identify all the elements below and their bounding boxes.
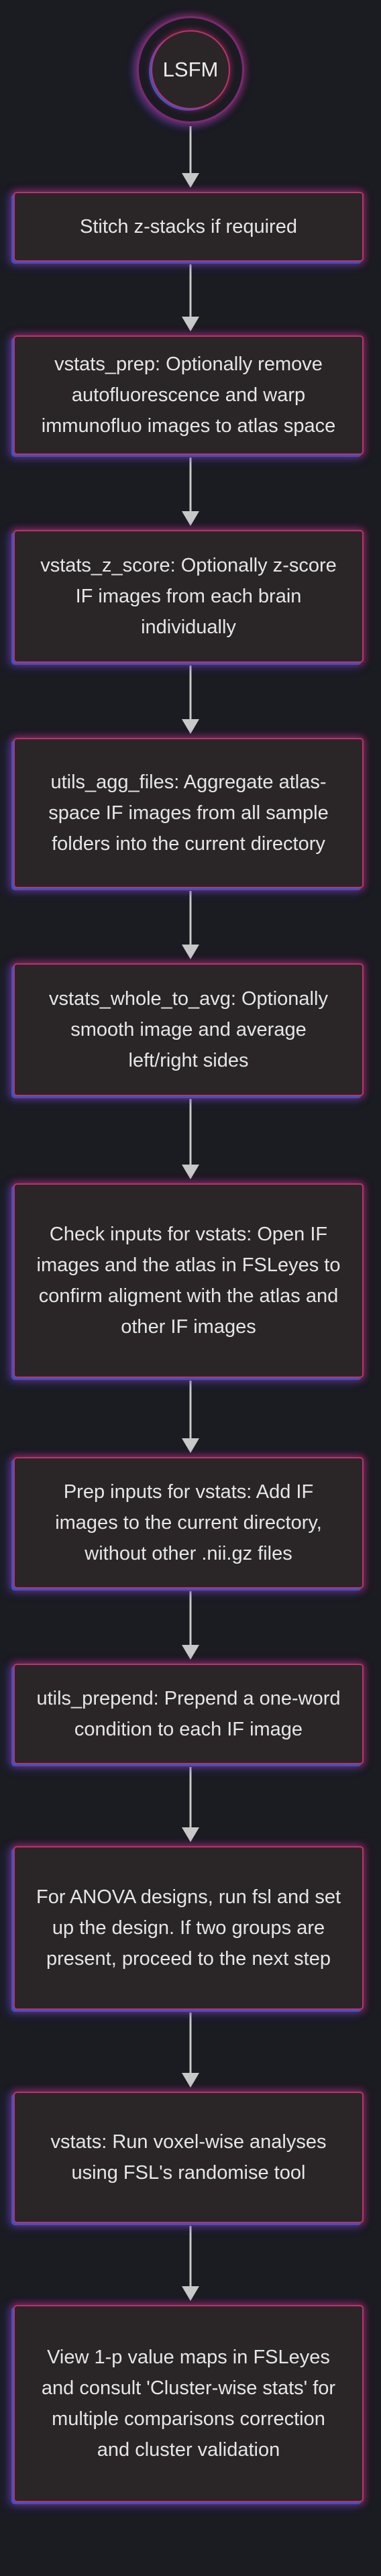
step-label: vstats: Run voxel-wise analyses using FS… [50, 2131, 327, 2184]
arrowhead-icon [182, 945, 199, 959]
step-label: utils_prepend: Prepend a one-word condit… [36, 1688, 341, 1740]
step-view-maps: View 1-p value maps in FSLeyes and consu… [13, 2305, 364, 2502]
start-node: LSFM [137, 16, 244, 123]
step-stitch-z-stacks: Stitch z-stacks if required [13, 192, 364, 262]
start-node-label: LSFM [162, 58, 219, 81]
step-label: vstats_z_score: Optionally z-score IF im… [40, 555, 337, 638]
arrowhead-icon [182, 2286, 199, 2301]
step-anova-design: For ANOVA designs, run fsl and set up th… [13, 1846, 364, 2010]
flowchart: LSFM Stitch z-stacks if required vstats_… [0, 0, 381, 2576]
step-label: For ANOVA designs, run fsl and set up th… [36, 1886, 341, 1970]
arrowhead-icon [182, 1438, 199, 1453]
step-utils-prepend: utils_prepend: Prepend a one-word condit… [13, 1664, 364, 1764]
step-label: vstats_whole_to_avg: Optionally smooth i… [49, 988, 328, 1071]
step-vstats-prep: vstats_prep: Optionally remove autofluor… [13, 335, 364, 455]
arrowhead-icon [182, 1827, 199, 1842]
step-utils-agg-files: utils_agg_files: Aggregate atlas-space I… [13, 738, 364, 888]
arrowhead-icon [182, 1645, 199, 1660]
arrowhead-icon [182, 173, 199, 188]
step-label: Check inputs for vstats: Open IF images … [36, 1224, 341, 1338]
step-vstats-z-score: vstats_z_score: Optionally z-score IF im… [13, 530, 364, 663]
step-check-inputs: Check inputs for vstats: Open IF images … [13, 1183, 364, 1378]
step-label: utils_agg_files: Aggregate atlas-space I… [48, 771, 329, 855]
step-vstats-whole-to-avg: vstats_whole_to_avg: Optionally smooth i… [13, 963, 364, 1096]
arrowhead-icon [182, 1165, 199, 1179]
arrowhead-icon [182, 2073, 199, 2088]
step-label: Stitch z-stacks if required [80, 216, 297, 237]
arrowhead-icon [182, 511, 199, 526]
start-node-label-circle: LSFM [151, 30, 230, 109]
step-label: vstats_prep: Optionally remove autofluor… [41, 354, 336, 437]
arrowhead-icon [182, 719, 199, 734]
step-prep-inputs: Prep inputs for vstats: Add IF images to… [13, 1457, 364, 1589]
step-label: Prep inputs for vstats: Add IF images to… [55, 1481, 322, 1564]
arrowhead-icon [182, 317, 199, 331]
step-label: View 1-p value maps in FSLeyes and consu… [41, 2347, 336, 2461]
step-vstats-randomise: vstats: Run voxel-wise analyses using FS… [13, 2092, 364, 2223]
